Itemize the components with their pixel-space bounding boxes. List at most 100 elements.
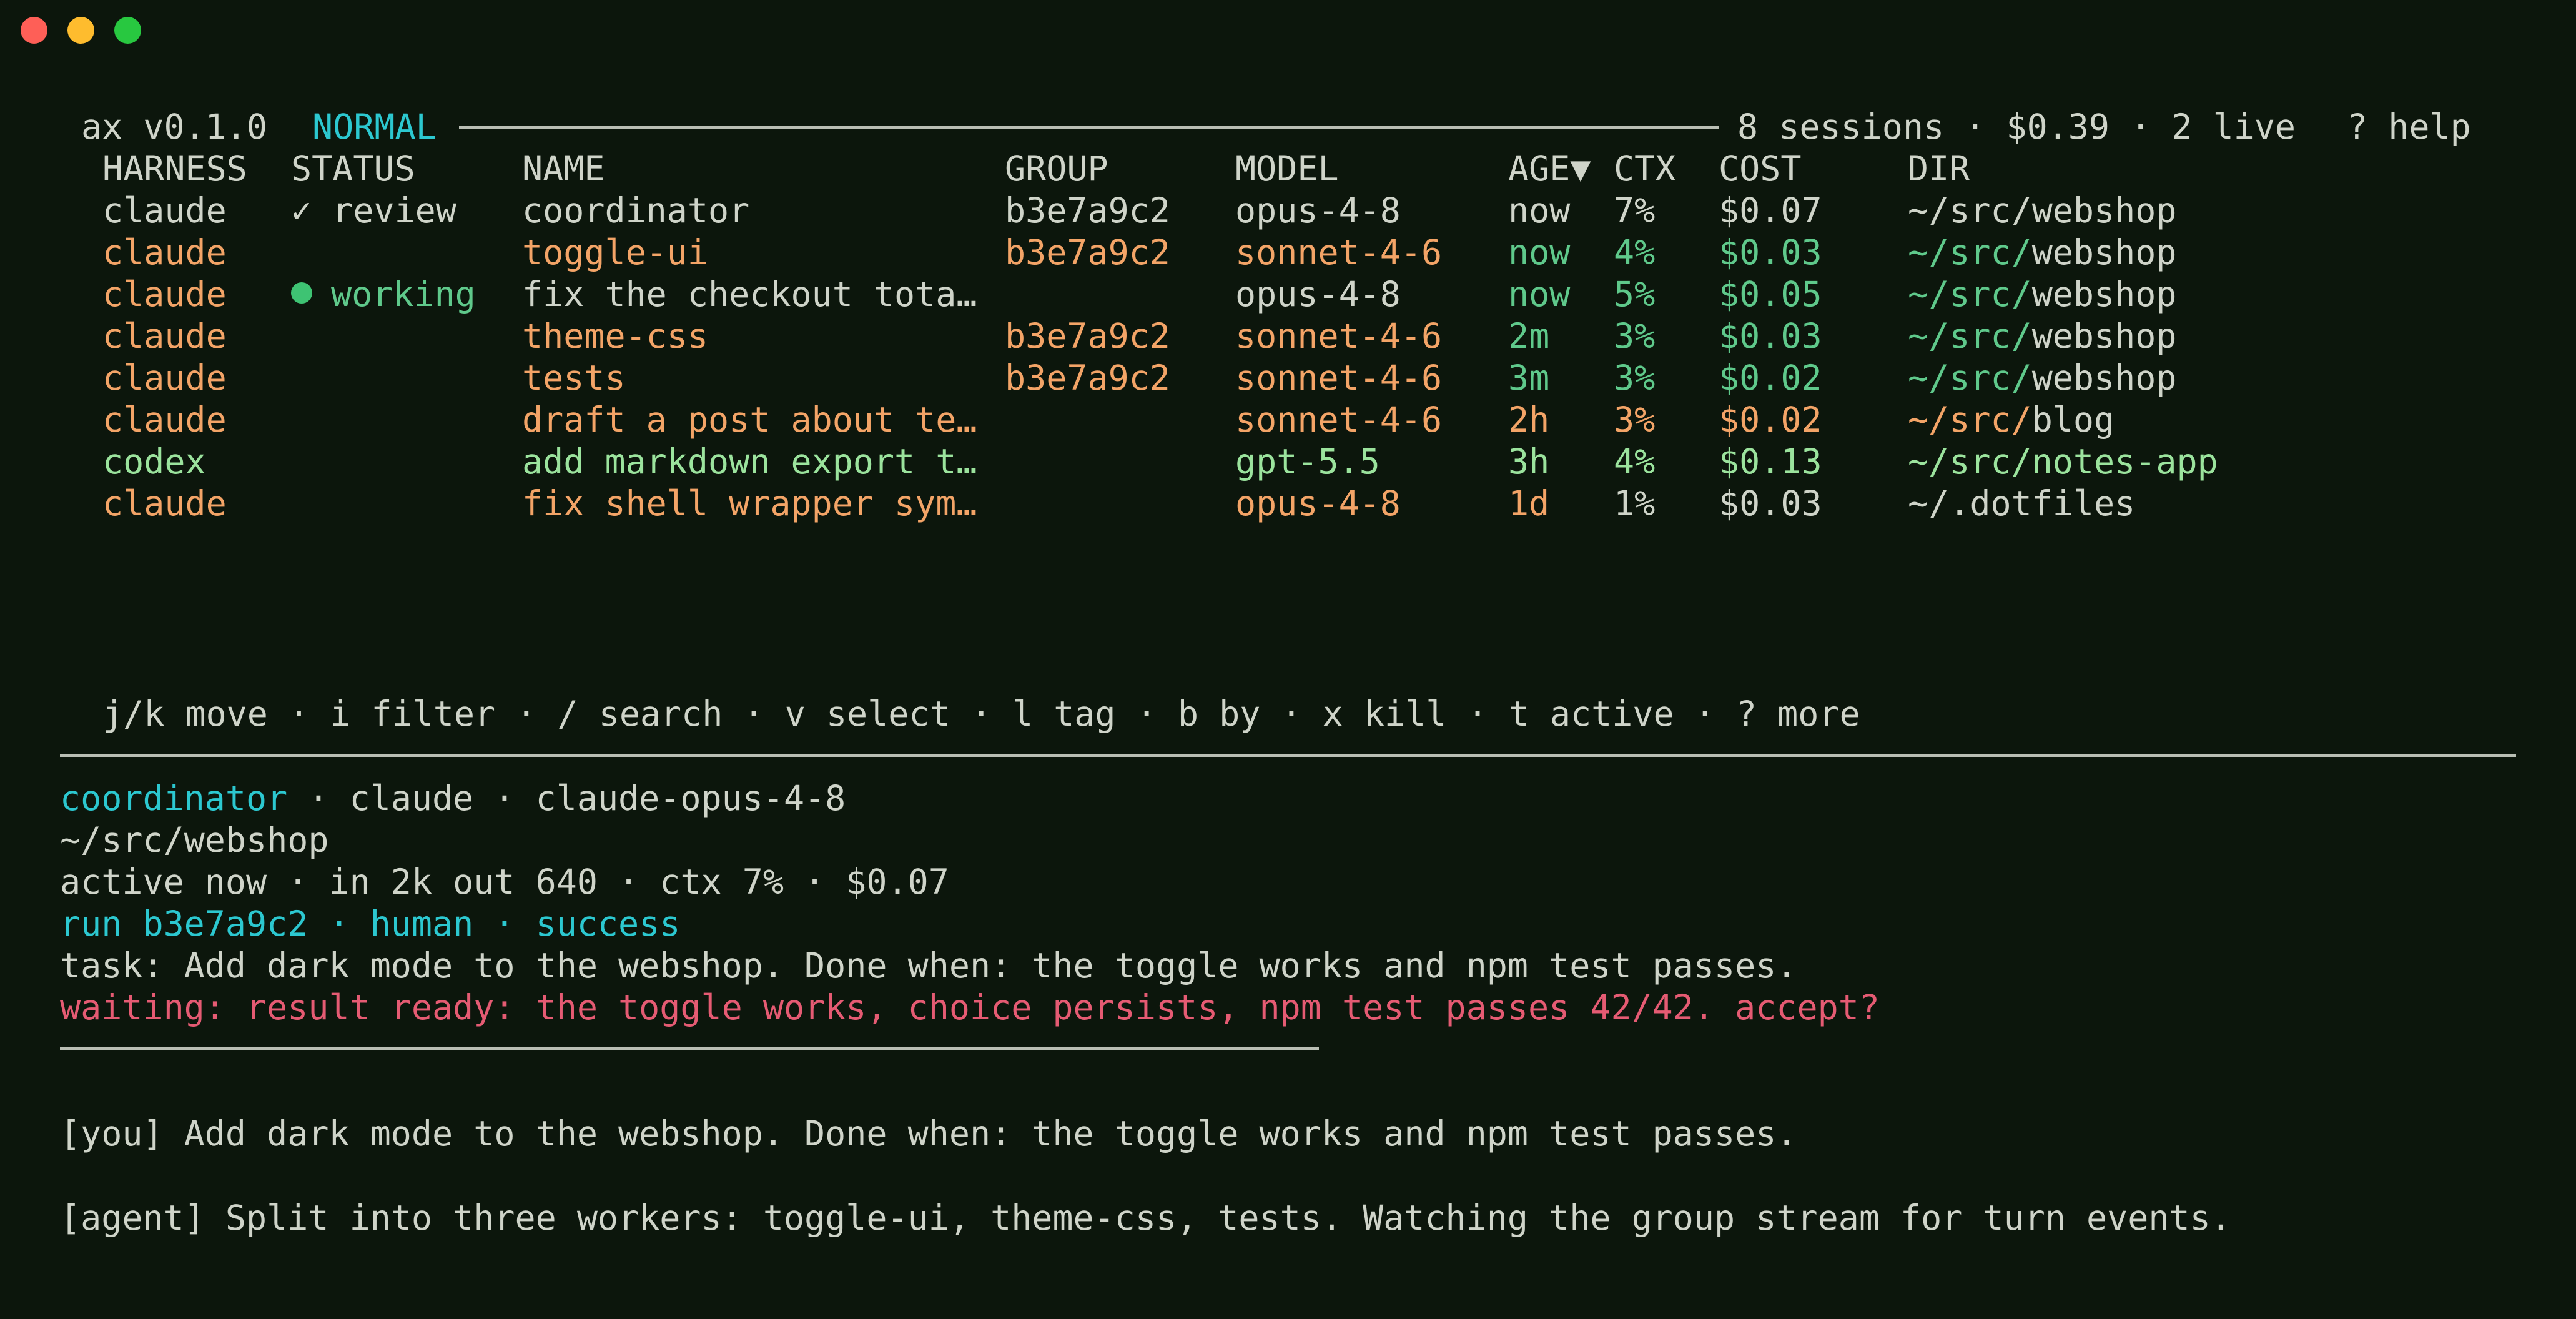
table-row[interactable]: claude ✓ review coordinator b3e7a9c2 opu… [0, 190, 2576, 232]
column-model[interactable]: MODEL [1235, 148, 1339, 190]
zoom-button[interactable] [114, 17, 141, 44]
panel-divider [60, 754, 2516, 757]
model-cell: sonnet-4-6 [1235, 400, 1443, 440]
dir-cell: ~/src/webshop [1908, 357, 2176, 399]
detail-dir: ~/src/webshop [60, 820, 329, 860]
group-cell: b3e7a9c2 [1005, 358, 1170, 398]
close-button[interactable] [21, 17, 47, 44]
ctx-cell: 1% [1614, 483, 1656, 523]
dir-name: .dotfiles [1949, 483, 2136, 523]
dir-name: webshop [2031, 316, 2177, 356]
column-age[interactable]: AGE▼ [1508, 148, 1591, 190]
model-cell: sonnet-4-6 [1235, 232, 1443, 272]
dir-cell: ~/src/webshop [1908, 232, 2176, 274]
ctx-cell: 3% [1614, 400, 1656, 440]
name-cell: draft a post about te… [522, 400, 977, 440]
ctx-cell: 3% [1614, 358, 1656, 398]
model-cell: opus-4-8 [1235, 274, 1401, 314]
column-cost[interactable]: COST [1719, 148, 1801, 190]
harness-cell: claude [102, 358, 227, 398]
table-row[interactable]: claude fix shell wrapper sym… opus-4-8 1… [0, 483, 2576, 525]
name-cell: fix the checkout tota… [522, 274, 977, 314]
dir-cell: ~/src/webshop [1908, 315, 2176, 357]
cost-cell: $0.05 [1719, 274, 1822, 314]
header-divider [459, 126, 1719, 129]
age-cell: 2m [1508, 316, 1550, 356]
dir-prefix: ~/src/ [1908, 190, 2032, 230]
age-cell: 3m [1508, 358, 1550, 398]
table-row[interactable]: claude working fix the checkout tota… op… [0, 274, 2576, 315]
name-cell: toggle-ui [522, 232, 709, 272]
table-row[interactable]: claude toggle-ui b3e7a9c2 sonnet-4-6 now… [0, 232, 2576, 274]
app-title: ax v0.1.0 [81, 107, 268, 147]
dir-prefix: ~/ [1908, 483, 1950, 523]
minimize-button[interactable] [67, 17, 94, 44]
detail-session-name: coordinator [60, 778, 288, 818]
detail-divider [60, 1047, 1319, 1050]
dir-name: blog [2031, 400, 2115, 440]
detail-waiting[interactable]: waiting: result ready: the toggle works,… [60, 987, 1880, 1029]
dir-prefix: ~/src/ [1908, 232, 2032, 272]
table-row[interactable]: claude theme-css b3e7a9c2 sonnet-4-6 2m … [0, 315, 2576, 357]
dir-name: webshop [2031, 190, 2177, 230]
dir-prefix: ~/src/ [1908, 400, 2032, 440]
harness-cell: claude [102, 316, 227, 356]
age-cell: 1d [1508, 483, 1550, 523]
model-cell: opus-4-8 [1235, 483, 1401, 523]
age-cell: 3h [1508, 442, 1550, 482]
dir-cell: ~/.dotfiles [1908, 483, 2135, 525]
dir-name: webshop [2031, 274, 2177, 314]
dir-cell: ~/src/notes-app [1908, 441, 2218, 483]
model-cell: opus-4-8 [1235, 190, 1401, 230]
table-row[interactable]: codex add markdown export t… gpt-5.5 3h … [0, 441, 2576, 483]
ctx-cell: 4% [1614, 232, 1656, 272]
age-cell: now [1508, 232, 1571, 272]
cost-cell: $0.13 [1719, 442, 1822, 482]
detail-title: coordinator · claude · claude-opus-4-8 [60, 778, 846, 819]
detail-task: task: Add dark mode to the webshop. Done… [60, 946, 1797, 986]
column-status[interactable]: STATUS [291, 148, 415, 190]
dir-cell: ~/src/blog [1908, 399, 2115, 441]
dir-prefix: ~/src/ [1908, 442, 2032, 482]
dir-name: webshop [2031, 358, 2177, 398]
help-hint[interactable]: ? help [2347, 106, 2471, 148]
column-ctx[interactable]: CTX [1614, 148, 1675, 190]
harness-cell: claude [102, 483, 227, 523]
dir-prefix: ~/src/ [1908, 316, 2032, 356]
status-cell: working [291, 274, 476, 315]
ctx-cell: 7% [1614, 190, 1656, 230]
table-row[interactable]: claude tests b3e7a9c2 sonnet-4-6 3m 3% $… [0, 357, 2576, 399]
model-cell: sonnet-4-6 [1235, 358, 1443, 398]
group-cell: b3e7a9c2 [1005, 316, 1170, 356]
cost-cell: $0.07 [1719, 190, 1822, 230]
group-cell: b3e7a9c2 [1005, 232, 1170, 272]
detail-meta: · claude · claude-opus-4-8 [287, 778, 846, 818]
dir-cell: ~/src/webshop [1908, 190, 2176, 232]
column-group[interactable]: GROUP [1005, 148, 1108, 190]
name-cell: fix shell wrapper sym… [522, 483, 977, 523]
name-cell: add markdown export t… [522, 442, 977, 482]
name-cell: coordinator [522, 190, 750, 230]
group-cell: b3e7a9c2 [1005, 190, 1170, 230]
cost-cell: $0.03 [1719, 316, 1822, 356]
cost-cell: $0.03 [1719, 232, 1822, 272]
working-dot-icon [291, 282, 312, 304]
model-cell: sonnet-4-6 [1235, 316, 1443, 356]
table-header: HARNESS STATUS NAME GROUP MODEL AGE▼ CTX… [0, 148, 2576, 190]
table-row[interactable]: claude draft a post about te… sonnet-4-6… [0, 399, 2576, 441]
transcript-message-agent: [agent] Split into three workers: toggle… [60, 1198, 2231, 1238]
dir-prefix: ~/src/ [1908, 274, 2032, 314]
harness-cell: claude [102, 274, 227, 314]
age-cell: 2h [1508, 400, 1550, 440]
cost-cell: $0.02 [1719, 400, 1822, 440]
column-harness[interactable]: HARNESS [102, 148, 247, 190]
harness-cell: claude [102, 190, 227, 230]
column-dir[interactable]: DIR [1908, 148, 1970, 190]
name-cell: theme-css [522, 316, 709, 356]
column-name[interactable]: NAME [522, 148, 605, 190]
ctx-cell: 5% [1614, 274, 1656, 314]
status-cell: ✓ review [291, 190, 456, 230]
name-cell: tests [522, 358, 626, 398]
model-cell: gpt-5.5 [1235, 442, 1380, 482]
age-cell: now [1508, 190, 1571, 230]
